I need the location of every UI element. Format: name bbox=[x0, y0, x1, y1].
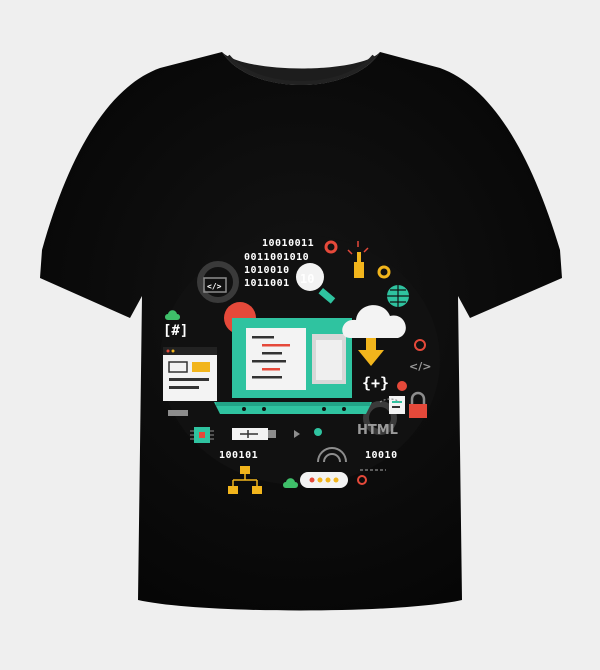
hash-tag-label: [#] bbox=[163, 323, 188, 339]
tshirt-mockup: 10010011 0011001010 1010010 1011001 1001… bbox=[0, 0, 600, 670]
binary-text-1: 10010011 bbox=[262, 238, 314, 249]
binary-text-5: 100101 bbox=[219, 450, 258, 461]
red-gear-icon bbox=[397, 381, 407, 391]
document-icon bbox=[389, 396, 405, 414]
magnifier-digits: 10 bbox=[300, 272, 314, 286]
key-icon bbox=[314, 428, 322, 436]
braces-plus-label: {+} bbox=[362, 374, 389, 392]
router-icon bbox=[300, 472, 348, 488]
binary-text-3: 1010010 bbox=[244, 265, 290, 276]
binary-text-4: 1011001 bbox=[244, 278, 290, 289]
globe-icon bbox=[387, 285, 409, 307]
html-label: HTML bbox=[357, 423, 398, 438]
browser-window-icon bbox=[163, 347, 217, 401]
binary-text-2: 0011001010 bbox=[244, 252, 309, 263]
binary-text-6: 10010 bbox=[365, 450, 398, 461]
keyboard-icon bbox=[168, 410, 188, 416]
code-tag-label: </> bbox=[409, 360, 431, 373]
tshirt-illustration: 10010011 0011001010 1010010 1011001 1001… bbox=[40, 52, 562, 611]
code-tag-small: </> bbox=[207, 282, 222, 291]
